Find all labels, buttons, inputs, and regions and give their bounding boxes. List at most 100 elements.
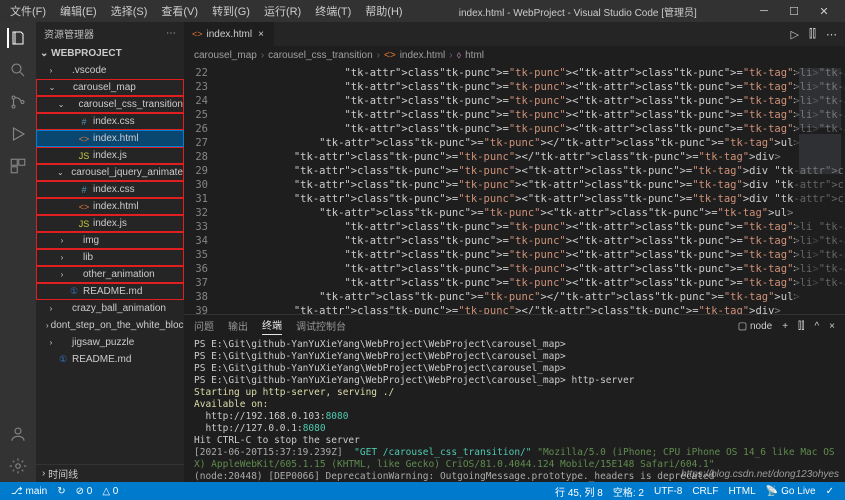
file-tree: ›.vscode⌄carousel_map⌄carousel_css_trans… <box>36 62 184 464</box>
menu-terminal[interactable]: 终端(T) <box>309 1 357 21</box>
md-icon: ① <box>67 286 81 297</box>
source-control-icon[interactable] <box>8 92 28 112</box>
file-index-css[interactable]: #index.css <box>36 181 184 198</box>
status-spaces[interactable]: 空格: 2 <box>608 484 649 499</box>
status-notifications[interactable]: ✓ <box>821 484 839 499</box>
status-eol[interactable]: CRLF <box>687 484 723 499</box>
project-header[interactable]: ⌄ WEBPROJECT <box>36 44 184 62</box>
menu-selection[interactable]: 选择(S) <box>105 1 154 21</box>
folder-jigsaw-puzzle[interactable]: ›jigsaw_puzzle <box>36 334 184 351</box>
more-icon[interactable]: ⋯ <box>826 28 837 41</box>
panel-tab-output[interactable]: 输出 <box>228 318 248 335</box>
html-icon: <> <box>77 134 91 144</box>
timeline-section[interactable]: › 时间线 <box>36 464 184 482</box>
file-index-js[interactable]: JSindex.js <box>36 147 184 164</box>
tree-item-label: README.md <box>83 286 142 297</box>
status-encoding[interactable]: UTF-8 <box>649 484 687 499</box>
status-sync[interactable]: ↻ <box>52 486 70 497</box>
explorer-icon[interactable] <box>7 28 27 48</box>
js-icon: JS <box>77 219 91 229</box>
terminal-add-icon[interactable]: + <box>782 321 788 332</box>
tree-item-label: crazy_ball_animation <box>72 303 166 314</box>
tree-item-label: carousel_jquery_animate <box>71 167 183 178</box>
folder-carousel-map[interactable]: ⌄carousel_map <box>36 79 184 96</box>
editor-area: <> index.html × ▷ ⫿⫿ ⋯ carousel_map› car… <box>184 22 845 482</box>
terminal-split-icon[interactable]: ⫿⫿ <box>798 321 804 332</box>
run-debug-icon[interactable] <box>8 124 28 144</box>
tree-item-label: carousel_css_transition <box>79 99 184 110</box>
tree-item-label: other_animation <box>83 269 155 280</box>
panel-tab-terminal[interactable]: 终端 <box>262 317 282 335</box>
tree-item-label: index.js <box>93 150 127 161</box>
menu-view[interactable]: 查看(V) <box>155 1 204 21</box>
tree-item-label: dont_step_on_the_white_block <box>51 320 184 331</box>
titlebar: 文件(F) 编辑(E) 选择(S) 查看(V) 转到(G) 运行(R) 终端(T… <box>0 0 845 22</box>
terminal[interactable]: PS E:\Git\github-YanYuXieYang\WebProject… <box>184 337 845 482</box>
menu-go[interactable]: 转到(G) <box>206 1 256 21</box>
minimize-icon[interactable]: ─ <box>753 5 775 18</box>
menubar: 文件(F) 编辑(E) 选择(S) 查看(V) 转到(G) 运行(R) 终端(T… <box>4 1 409 21</box>
run-icon[interactable]: ▷ <box>790 28 798 41</box>
folder-carousel-jquery-animate[interactable]: ⌄carousel_jquery_animate <box>36 164 184 181</box>
split-editor-icon[interactable]: ⫿⫿ <box>809 28 816 41</box>
panel: 问题 输出 终端 调试控制台 ▢ node + ⫿⫿ ^ × PS E:\Git… <box>184 314 845 482</box>
tree-item-label: lib <box>83 252 93 263</box>
html-icon: <> <box>192 29 203 39</box>
breadcrumb[interactable]: carousel_map› carousel_css_transition› <… <box>184 46 845 64</box>
folder-lib[interactable]: ›lib <box>36 249 184 266</box>
folder--vscode[interactable]: ›.vscode <box>36 62 184 79</box>
menu-help[interactable]: 帮助(H) <box>359 1 408 21</box>
tab-index-html[interactable]: <> index.html × <box>184 22 275 46</box>
md-icon: ① <box>56 354 70 365</box>
status-branch[interactable]: ⎇ main <box>6 486 52 497</box>
status-go-live[interactable]: 📡 Go Live <box>761 484 821 499</box>
status-language[interactable]: HTML <box>723 484 760 499</box>
sidebar-more-icon[interactable]: ⋯ <box>166 28 176 39</box>
folder-crazy-ball-animation[interactable]: ›crazy_ball_animation <box>36 300 184 317</box>
file-index-html[interactable]: <>index.html <box>36 198 184 215</box>
extensions-icon[interactable] <box>8 156 28 176</box>
js-icon: JS <box>77 151 91 161</box>
tree-item-label: jigsaw_puzzle <box>72 337 134 348</box>
menu-file[interactable]: 文件(F) <box>4 1 52 21</box>
html-icon: <> <box>77 202 91 212</box>
panel-tab-problems[interactable]: 问题 <box>194 318 214 335</box>
folder-other-animation[interactable]: ›other_animation <box>36 266 184 283</box>
tree-item-label: README.md <box>72 354 131 365</box>
maximize-icon[interactable]: ☐ <box>783 5 805 18</box>
sidebar: 资源管理器 ⋯ ⌄ WEBPROJECT ›.vscode⌄carousel_m… <box>36 22 184 482</box>
folder-img[interactable]: ›img <box>36 232 184 249</box>
file-readme-md[interactable]: ①README.md <box>36 351 184 368</box>
editor-tabs: <> index.html × ▷ ⫿⫿ ⋯ <box>184 22 845 46</box>
file-index-css[interactable]: #index.css <box>36 113 184 130</box>
tab-close-icon[interactable]: × <box>256 29 266 40</box>
settings-icon[interactable] <box>8 456 28 476</box>
tree-item-label: carousel_map <box>73 82 136 93</box>
file-index-html[interactable]: <>index.html <box>36 130 184 147</box>
statusbar: ⎇ main ↻ ⊘ 0 △ 0 行 45, 列 8 空格: 2 UTF-8 C… <box>0 482 845 500</box>
minimap[interactable] <box>795 64 845 314</box>
terminal-maximize-icon[interactable]: ^ <box>814 321 819 332</box>
file-readme-md[interactable]: ①README.md <box>36 283 184 300</box>
window-title: index.html - WebProject - Visual Studio … <box>409 4 747 19</box>
search-icon[interactable] <box>8 60 28 80</box>
folder-carousel-css-transition[interactable]: ⌄carousel_css_transition <box>36 96 184 113</box>
menu-edit[interactable]: 编辑(E) <box>54 1 103 21</box>
file-index-js[interactable]: JSindex.js <box>36 215 184 232</box>
status-line-col[interactable]: 行 45, 列 8 <box>550 484 608 499</box>
tree-item-label: index.css <box>93 184 135 195</box>
account-icon[interactable] <box>8 424 28 444</box>
code-editor[interactable]: 22232425262728293031323334353637383940 "… <box>184 64 845 314</box>
panel-tabs: 问题 输出 终端 调试控制台 ▢ node + ⫿⫿ ^ × <box>184 315 845 337</box>
status-warnings[interactable]: △ 0 <box>97 486 123 497</box>
terminal-shell-select[interactable]: ▢ node <box>738 321 772 332</box>
activitybar <box>0 22 36 482</box>
close-icon[interactable]: ✕ <box>813 5 835 18</box>
tree-item-label: .vscode <box>72 65 106 76</box>
menu-run[interactable]: 运行(R) <box>258 1 307 21</box>
panel-tab-debug[interactable]: 调试控制台 <box>296 318 346 335</box>
status-errors[interactable]: ⊘ 0 <box>71 486 98 497</box>
tree-item-label: index.html <box>93 133 139 144</box>
folder-dont-step-on-the-white-block[interactable]: ›dont_step_on_the_white_block <box>36 317 184 334</box>
terminal-close-icon[interactable]: × <box>829 321 835 332</box>
